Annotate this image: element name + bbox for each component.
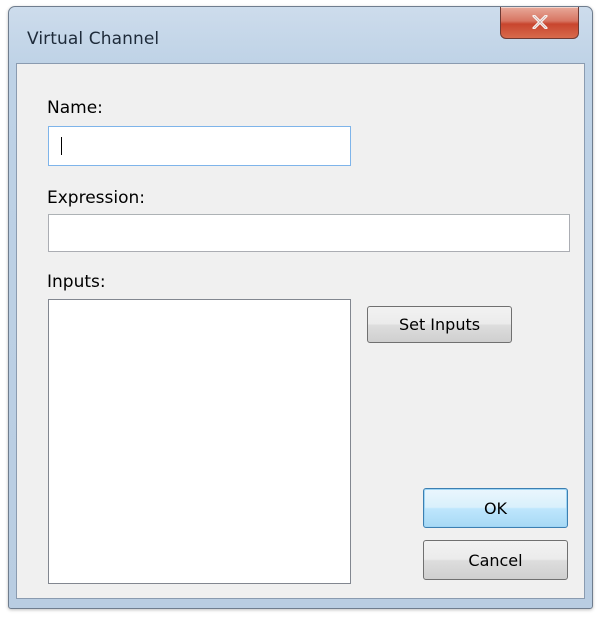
expression-label: Expression: <box>47 188 146 208</box>
name-input[interactable] <box>48 126 351 166</box>
cancel-button[interactable]: Cancel <box>423 540 568 580</box>
set-inputs-button[interactable]: Set Inputs <box>367 306 512 343</box>
name-label: Name: <box>47 98 103 118</box>
window-title: Virtual Channel <box>27 29 160 49</box>
inputs-label: Inputs: <box>47 272 106 292</box>
close-button[interactable] <box>500 7 579 39</box>
expression-input[interactable] <box>48 214 570 252</box>
ok-button[interactable]: OK <box>423 488 568 528</box>
text-caret <box>61 137 62 155</box>
dialog-window: Virtual Channel Name: Expression: Inputs… <box>8 6 593 609</box>
close-icon <box>532 15 548 29</box>
inputs-listbox[interactable] <box>48 299 351 584</box>
dialog-client-area: Name: Expression: Inputs: Set Inputs OK … <box>16 63 585 599</box>
